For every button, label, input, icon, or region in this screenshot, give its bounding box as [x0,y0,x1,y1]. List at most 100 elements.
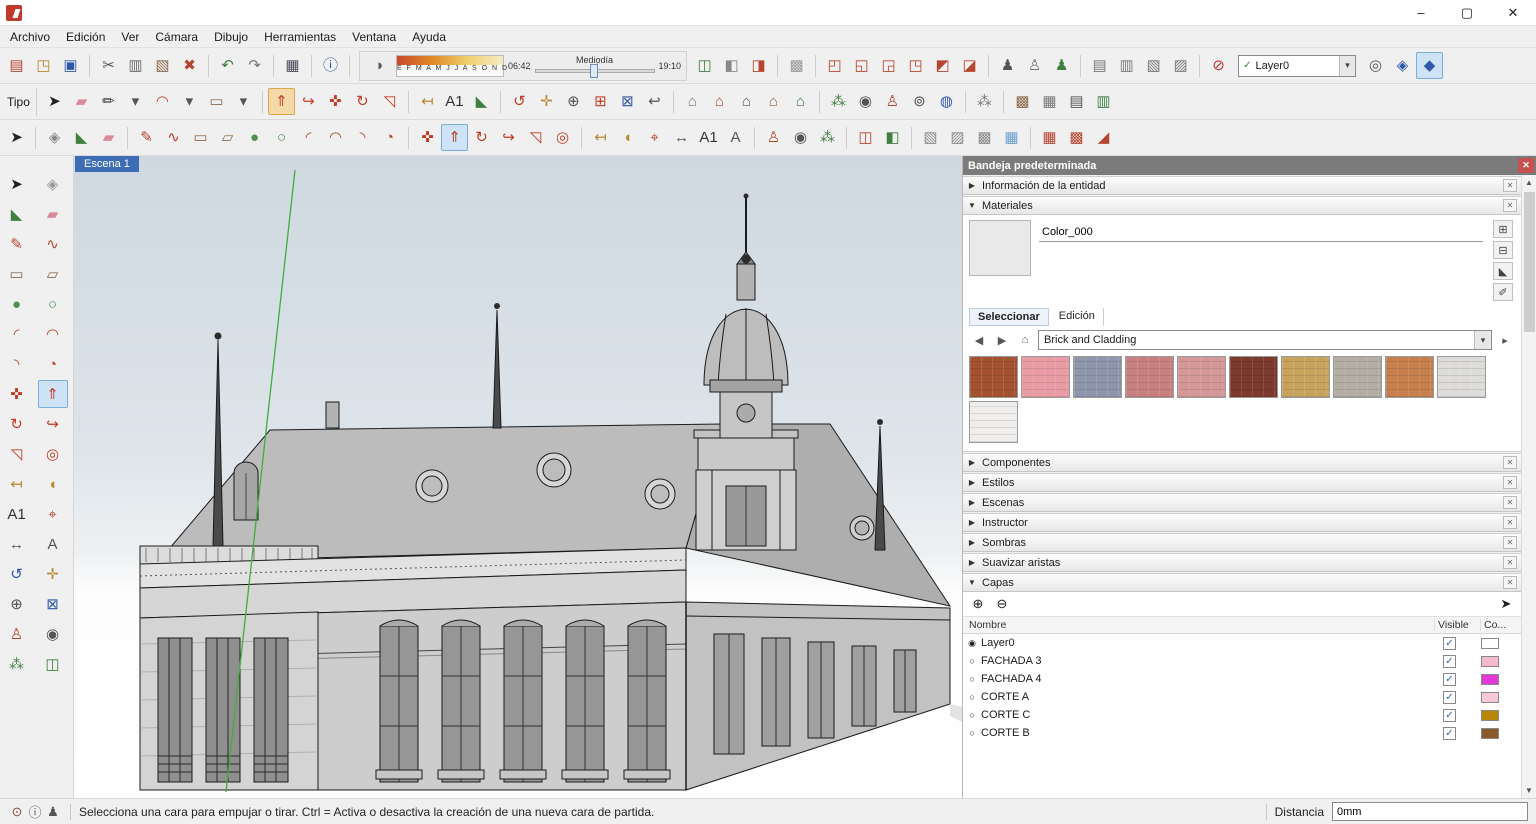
add-building-icon[interactable]: ⌂ [733,88,760,115]
open-icon[interactable]: ◳ [30,52,57,79]
section-plane-icon[interactable]: ◫ [691,52,718,79]
hidden-geometry-icon[interactable]: ▩ [783,52,810,79]
section-close-icon[interactable]: ✕ [1503,536,1517,549]
layer-visible-checkbox[interactable]: ✓ [1435,691,1481,704]
menu-item[interactable]: Ventana [344,28,404,46]
shadows-toggle-icon[interactable]: ◑ [365,52,392,79]
layer-row[interactable]: ○ FACHADA 3 ✓ [963,652,1521,670]
text-label-icon[interactable]: A1 [2,500,32,528]
follow-me-icon[interactable]: ↪ [38,410,68,438]
line-icon[interactable]: ✎ [133,124,160,151]
copy-icon[interactable]: ▥ [122,52,149,79]
credits-icon[interactable]: ⓘ [26,803,44,821]
look-around-icon[interactable]: ◉ [852,88,879,115]
paint-cursor-icon[interactable]: ◣ [1493,262,1513,280]
layer-color-swatch[interactable] [1481,674,1499,685]
menu-item[interactable]: Ayuda [404,28,454,46]
eraser-icon[interactable]: ▰ [38,200,68,228]
rectangle-icon[interactable]: ▭ [2,260,32,288]
box-tool-1-icon[interactable]: ▧ [917,124,944,151]
solid-split-icon[interactable]: ◪ [956,52,983,79]
components-box-icon[interactable]: ▦ [1036,88,1063,115]
delete-layer-icon[interactable]: ⊖ [993,595,1011,613]
layer-color-swatch[interactable] [1481,710,1499,721]
select-icon[interactable]: ➤ [3,124,30,151]
profile-style-icon[interactable]: ▥ [1113,52,1140,79]
cut-icon[interactable]: ✂ [95,52,122,79]
pan-icon[interactable]: ✛ [533,88,560,115]
photo-textures-icon[interactable]: ⌂ [760,88,787,115]
section-plane-icon[interactable]: ◫ [852,124,879,151]
layer-radio[interactable]: ○ [963,728,981,738]
stone-gray-swatch[interactable] [1333,356,1382,398]
tape-measure-icon[interactable]: ↤ [2,470,32,498]
section-close-icon[interactable]: ✕ [1503,199,1517,212]
create-material-icon[interactable]: ⊞ [1493,220,1513,238]
layer-radio[interactable]: ◉ [963,638,981,649]
dimensions-icon[interactable]: ↔ [668,124,695,151]
rotate-icon[interactable]: ↻ [468,124,495,151]
position-camera-icon[interactable]: ♙ [879,88,906,115]
in-model-icon[interactable]: ⌂ [1015,331,1035,350]
layer-details-icon[interactable]: ➤ [1497,595,1515,613]
make-component-icon[interactable]: ◈ [38,170,68,198]
grid-red-2-icon[interactable]: ▩ [1063,124,1090,151]
close-button[interactable]: ✕ [1490,0,1536,26]
distance-input[interactable] [1332,802,1528,821]
eraser-icon[interactable]: ▰ [95,124,122,151]
layer-radio[interactable]: ○ [963,656,981,666]
walk-icon[interactable]: ⁂ [814,124,841,151]
rotate-icon[interactable]: ↻ [349,88,376,115]
styles-box-icon[interactable]: ▤ [1063,88,1090,115]
tape-measure-icon[interactable]: ↤ [587,124,614,151]
zoom-photo-icon[interactable]: ⊚ [906,88,933,115]
menu-item[interactable]: Ver [113,28,147,46]
material-name-input[interactable] [1039,222,1483,242]
chevron-down-icon[interactable]: ▾ [1339,56,1355,76]
secondary-pane-icon[interactable]: ⊟ [1493,241,1513,259]
sample-paint-icon[interactable]: ✐ [1493,283,1513,301]
grid-red-1-icon[interactable]: ▦ [1036,124,1063,151]
walk-icon[interactable]: ⁂ [825,88,852,115]
orbit-view-icon[interactable]: ◈ [1389,52,1416,79]
add-layer-icon[interactable]: ⊕ [969,595,987,613]
three-d-text-icon[interactable]: A [722,124,749,151]
layer-row[interactable]: ○ CORTE C ✓ [963,706,1521,724]
layer-visible-checkbox[interactable]: ✓ [1435,655,1481,668]
pie-icon[interactable]: ◔ [38,350,68,378]
layer-color-cell[interactable] [1481,728,1521,739]
axes-icon[interactable]: ⌖ [38,500,68,528]
paste-icon[interactable]: ▧ [149,52,176,79]
menu-item[interactable]: Dibujo [206,28,256,46]
shadow-time-thumb[interactable] [590,64,598,78]
layer-radio[interactable]: ○ [963,710,981,720]
protractor-icon[interactable]: ◖ [38,470,68,498]
move-icon[interactable]: ✜ [322,88,349,115]
tape-measure-icon[interactable]: ↤ [414,88,441,115]
position-camera-icon[interactable]: ♙ [2,620,32,648]
menu-item[interactable]: Cámara [147,28,206,46]
follow-me-icon[interactable]: ↪ [295,88,322,115]
text-label-icon[interactable]: A1 [441,88,468,115]
iso-view-icon[interactable]: ◆ [1416,52,1443,79]
freehand-icon[interactable]: ∿ [38,230,68,258]
column-visible[interactable]: Visible [1435,619,1481,631]
forward-icon[interactable]: ▶ [992,331,1012,350]
follow-me-icon[interactable]: ↪ [495,124,522,151]
image-igloo-icon[interactable]: ◍ [933,88,960,115]
line-icon[interactable]: ✎ [2,230,32,258]
solid-union-icon[interactable]: ◱ [848,52,875,79]
section-plane-icon[interactable]: ◫ [38,650,68,678]
section-close-icon[interactable]: ✕ [1503,476,1517,489]
section-materiales[interactable]: ▼ Materiales ✕ [963,196,1521,215]
section-sombras[interactable]: ▶ Sombras ✕ [963,533,1521,552]
rotated-rectangle-icon[interactable]: ▱ [214,124,241,151]
back-icon[interactable]: ◀ [969,331,989,350]
model-viewport[interactable]: Escena 1 [74,156,962,798]
shadow-date-slider[interactable]: E F M A M J J A S O N D [396,55,504,77]
section-close-icon[interactable]: ✕ [1503,556,1517,569]
paint-icon[interactable]: ◣ [68,124,95,151]
look-around-icon[interactable]: ◉ [38,620,68,648]
layers-dropdown[interactable]: ✓ Layer0 ▾ [1238,55,1356,77]
section-instructor[interactable]: ▶ Instructor ✕ [963,513,1521,532]
